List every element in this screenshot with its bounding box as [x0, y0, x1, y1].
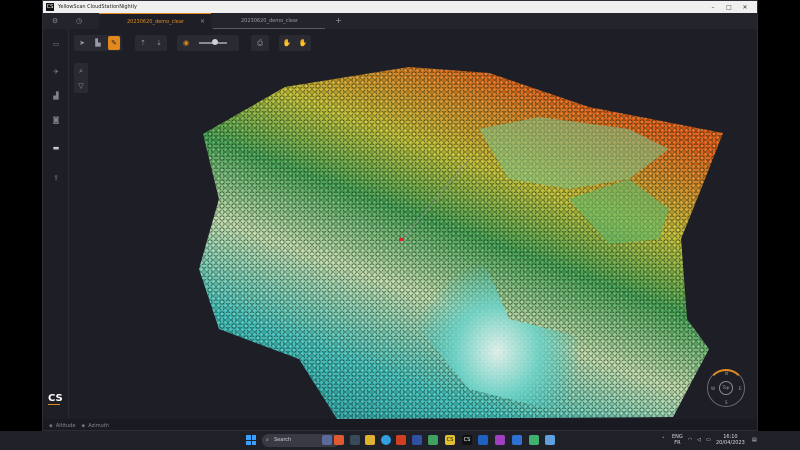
- altitude-label: Altitude: [55, 422, 76, 429]
- taskbar-app-weather-icon[interactable]: [334, 435, 344, 445]
- taskbar-app-display-icon[interactable]: [545, 435, 555, 445]
- compass-south: S: [725, 400, 728, 405]
- point-cloud-viewport[interactable]: [69, 29, 758, 419]
- volume-icon[interactable]: ◁: [697, 437, 701, 443]
- vertical-toolbar: ⌕ ▽: [74, 63, 88, 93]
- tab-project-inactive[interactable]: 20230620_demo_clear: [213, 13, 325, 29]
- taskbar-app-chrome-icon[interactable]: [381, 435, 391, 445]
- tray-clock[interactable]: 16:10 20/04/2023: [716, 434, 745, 446]
- tab-label: 20230620_demo_clear: [241, 17, 298, 24]
- view-compass[interactable]: N E S W Top: [707, 369, 745, 407]
- point-size-slider-knob[interactable]: [212, 39, 218, 45]
- window-controls: – □ ✕: [705, 1, 753, 13]
- eye-icon[interactable]: ◉: [179, 36, 193, 50]
- maximize-button[interactable]: □: [721, 4, 737, 11]
- tray-language-secondary: FR: [674, 440, 681, 446]
- compass-west: W: [711, 386, 715, 391]
- export-icon[interactable]: ⇪: [51, 173, 61, 183]
- taskbar-app-media-icon[interactable]: [495, 435, 505, 445]
- compass-top-button[interactable]: Top: [719, 381, 733, 395]
- pick-icon[interactable]: ✎: [108, 36, 120, 50]
- camera-icon[interactable]: ◙: [51, 115, 61, 125]
- azimuth-icon: ◈: [81, 422, 86, 429]
- altitude-icon: ◈: [49, 422, 53, 429]
- app-logo-icon: CS: [46, 3, 54, 11]
- point-size-slider[interactable]: [199, 39, 227, 45]
- azimuth-indicator[interactable]: ◈ Azimuth: [81, 423, 108, 429]
- navigation-toolbar: ➤ ▙ ✎: [74, 35, 122, 51]
- close-tab-icon[interactable]: ×: [200, 18, 205, 25]
- compass-north: N: [725, 371, 728, 376]
- taskbar-app-mail-icon[interactable]: [412, 435, 422, 445]
- left-sidebar: ▭ ✈ ▟ ◙ ▬ ⇪ CS: [43, 29, 69, 419]
- status-bar: ◈ Altitude ◈ Azimuth: [43, 419, 757, 430]
- taskbar-app-news-icon[interactable]: [322, 435, 332, 445]
- navigate-icon[interactable]: ➤: [76, 36, 88, 50]
- selection-marker[interactable]: [399, 238, 404, 241]
- battery-icon[interactable]: ▭: [706, 437, 711, 443]
- app-window: CS YellowScan CloudStationNightly – □ ✕ …: [42, 0, 758, 431]
- filter-icon[interactable]: ▽: [74, 79, 88, 93]
- taskbar-app-office-icon[interactable]: [396, 435, 406, 445]
- windows-start-button[interactable]: [246, 435, 256, 445]
- search-placeholder: Search: [274, 437, 292, 443]
- tray-date: 20/04/2023: [716, 440, 745, 446]
- taskbar-app-cloudstation-icon[interactable]: CS: [445, 435, 455, 445]
- search-icon: ⌕: [266, 437, 269, 443]
- plane-icon[interactable]: ✈: [51, 67, 61, 77]
- hand-toolbar: ✋ ✋: [279, 35, 311, 51]
- taskbar-app-files-icon[interactable]: [365, 435, 375, 445]
- brand-logo: CS: [48, 393, 63, 405]
- zoom-in-icon[interactable]: ⇡: [137, 36, 149, 50]
- taskbar-app-browser-icon[interactable]: [478, 435, 488, 445]
- brand-logo-text: CS: [48, 393, 63, 404]
- wifi-icon[interactable]: ◠: [688, 437, 692, 443]
- taskbar-app-tools-icon[interactable]: [529, 435, 539, 445]
- hand-alt-icon[interactable]: ✋: [297, 36, 309, 50]
- notification-icon[interactable]: ▤: [752, 437, 757, 443]
- tray-chevron-icon[interactable]: ˄: [662, 437, 665, 443]
- hand-icon[interactable]: ✋: [281, 36, 293, 50]
- point-size-toolbar: ◉: [177, 35, 239, 51]
- folder-icon[interactable]: ▭: [51, 39, 61, 49]
- altitude-indicator[interactable]: ◈ Altitude: [49, 423, 75, 429]
- taskbar-app-taskview-icon[interactable]: [350, 435, 360, 445]
- tab-project-active[interactable]: 20230620_demo_clear ×: [99, 13, 211, 29]
- measure-icon[interactable]: ▙: [92, 36, 104, 50]
- close-button[interactable]: ✕: [737, 4, 753, 11]
- zoom-toolbar: ⇡ ⇣: [135, 35, 167, 51]
- gear-icon[interactable]: ⚙: [43, 13, 67, 29]
- clock-icon[interactable]: ◷: [67, 13, 91, 29]
- taskbar-app-vscode-icon[interactable]: [512, 435, 522, 445]
- zoom-out-icon[interactable]: ⇣: [153, 36, 165, 50]
- window-titlebar[interactable]: CS YellowScan CloudStationNightly – □ ✕: [43, 1, 757, 13]
- add-tab-button[interactable]: +: [335, 13, 342, 29]
- printer-icon[interactable]: ⎙: [253, 36, 267, 50]
- azimuth-label: Azimuth: [88, 422, 109, 429]
- compass-east: E: [739, 386, 742, 391]
- tray-language[interactable]: ENG FR: [672, 434, 683, 446]
- print-toolbar: ⎙: [251, 35, 269, 51]
- tab-label: 20230620_demo_clear: [127, 18, 184, 25]
- select-icon[interactable]: ⌕: [74, 64, 88, 78]
- taskbar-app-cloudstation-alt-icon[interactable]: CS: [462, 435, 472, 445]
- taskbar-app-network-icon[interactable]: [428, 435, 438, 445]
- chart-icon[interactable]: ▟: [51, 91, 61, 101]
- minimize-button[interactable]: –: [705, 4, 721, 11]
- window-title: YellowScan CloudStationNightly: [58, 4, 137, 10]
- layers-icon[interactable]: ▬: [51, 143, 61, 153]
